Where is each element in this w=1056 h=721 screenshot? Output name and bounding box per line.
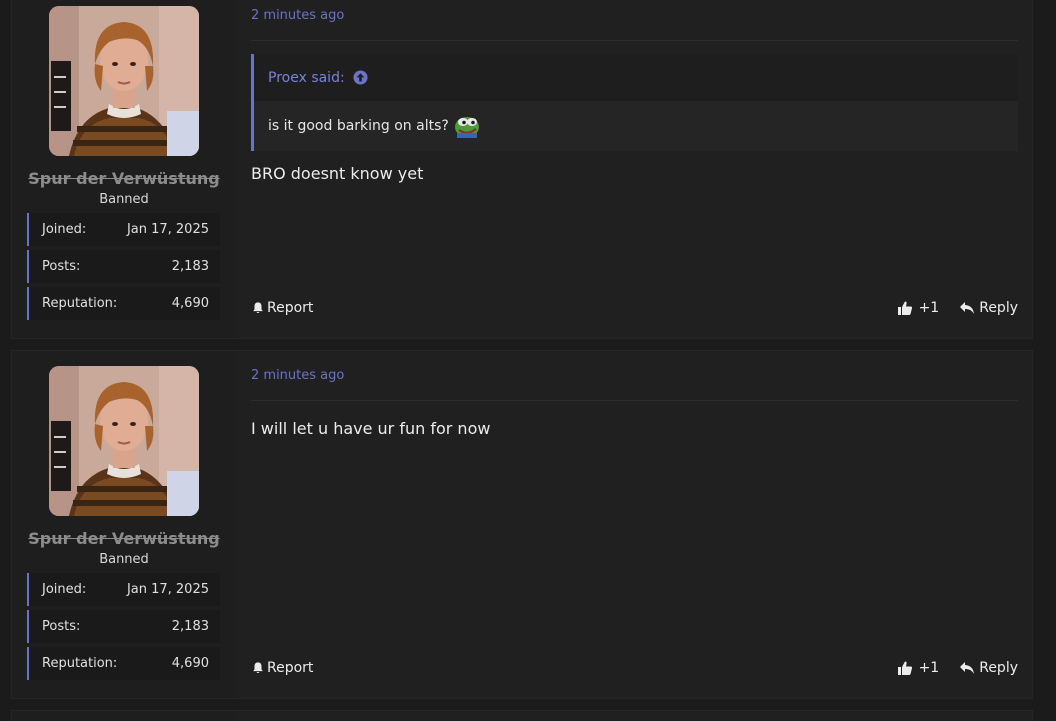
quote-header: Proex said: [254,54,1018,101]
like-count: +1 [918,300,940,316]
stat-label: Posts: [42,619,81,634]
post-message: I will let u have ur fun for now [251,419,491,438]
like-button[interactable]: +1 [897,300,940,316]
post-content [236,711,1032,721]
post-actions: Report +1 Reply [251,300,1018,316]
user-title: Banned [99,552,149,567]
quote-text: is it good barking on alts? [268,118,449,134]
thumbs-up-icon [897,661,912,675]
like-button[interactable]: +1 [897,660,940,676]
stat-label: Reputation: [42,296,118,311]
stat-value: 4,690 [171,656,209,671]
stat-joined: Joined: Jan 17, 2025 [27,573,220,606]
report-button[interactable]: Report [251,660,313,676]
stat-value: 2,183 [171,259,209,274]
stat-label: Joined: [42,582,87,597]
report-label: Report [267,300,314,316]
divider [251,40,1018,41]
reply-icon [960,662,975,674]
avatar[interactable] [49,6,199,156]
arrow-up-circle-icon[interactable] [353,70,368,85]
post-timestamp[interactable]: 2 minutes ago [251,8,344,23]
post-timestamp[interactable]: 2 minutes ago [251,368,344,383]
reply-label: Reply [979,300,1018,316]
post: Spur der Verwüstung Banned Joined: Jan 1… [11,0,1033,339]
stat-reputation: Reputation: 4,690 [27,647,220,680]
divider [251,400,1018,401]
stat-label: Joined: [42,222,87,237]
bell-icon [253,662,263,674]
like-count: +1 [918,660,940,676]
bell-icon [253,302,263,314]
stat-posts: Posts: 2,183 [27,250,220,283]
user-info-panel [12,711,236,721]
quote-block: Proex said: is it good barking on alts? [251,54,1018,151]
stat-value: Jan 17, 2025 [126,222,209,237]
avatar[interactable] [49,366,199,516]
stat-value: 2,183 [171,619,209,634]
stat-value: Jan 17, 2025 [126,582,209,597]
user-info-panel: Spur der Verwüstung Banned Joined: Jan 1… [12,0,248,338]
stat-label: Reputation: [42,656,118,671]
stat-label: Posts: [42,259,81,274]
user-title: Banned [99,192,149,207]
username[interactable]: Spur der Verwüstung [12,169,236,188]
reply-label: Reply [979,660,1018,676]
reply-button[interactable]: Reply [959,300,1018,316]
post-message: BRO doesnt know yet [251,164,424,183]
post: Spur der Verwüstung Banned Joined: Jan 1… [11,350,1033,699]
thumbs-up-icon [897,301,912,315]
stat-joined: Joined: Jan 17, 2025 [27,213,220,246]
stat-posts: Posts: 2,183 [27,610,220,643]
right-actions: +1 Reply [897,660,1018,676]
post-actions: Report +1 Reply [251,660,1018,676]
report-label: Report [267,660,314,676]
report-button[interactable]: Report [251,300,313,316]
username[interactable]: Spur der Verwüstung [12,529,236,548]
stat-reputation: Reputation: 4,690 [27,287,220,320]
post-content: 2 minutes ago I will let u have ur fun f… [236,351,1032,698]
quote-body: is it good barking on alts? [254,101,1018,151]
post [11,710,1033,721]
quote-author[interactable]: Proex said: [268,70,345,86]
reply-icon [960,302,975,314]
thread-page: Spur der Verwüstung Banned Joined: Jan 1… [0,0,1056,721]
reply-button[interactable]: Reply [959,660,1018,676]
stat-value: 4,690 [171,296,209,311]
pepe-emoji-icon [454,114,480,138]
user-info-panel: Spur der Verwüstung Banned Joined: Jan 1… [12,351,248,698]
right-actions: +1 Reply [897,300,1018,316]
post-content: 2 minutes ago Proex said: is it good bar… [236,0,1032,338]
